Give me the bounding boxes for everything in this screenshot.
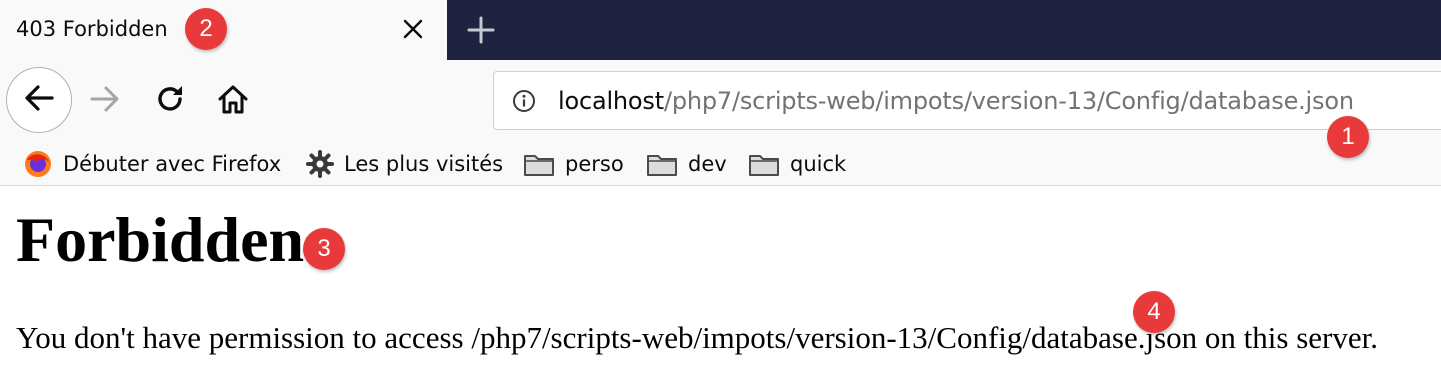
bookmark-folder-quick[interactable]: quick (748, 148, 846, 180)
url-host: localhost (558, 87, 664, 115)
annotation-marker-2: 2 (185, 8, 227, 50)
reload-icon (153, 82, 187, 120)
back-button[interactable] (6, 67, 72, 133)
forward-button[interactable] (84, 80, 126, 122)
arrow-left-icon (22, 81, 56, 119)
close-icon[interactable] (396, 12, 430, 46)
bookmark-label: quick (790, 152, 847, 176)
bookmark-label: Débuter avec Firefox (63, 152, 282, 176)
firefox-icon (23, 149, 53, 179)
bookmark-folder-perso[interactable]: perso (523, 148, 624, 180)
annotation-marker-1: 1 (1327, 116, 1369, 158)
gear-icon (306, 150, 334, 178)
url-bar[interactable]: localhost/php7/scripts-web/impots/versio… (493, 71, 1441, 130)
arrow-right-icon (88, 82, 122, 120)
bookmark-label: Les plus visités (344, 152, 504, 176)
nav-toolbar: localhost/php7/scripts-web/impots/versio… (0, 60, 1441, 142)
annotation-marker-3: 3 (303, 228, 345, 270)
bookmark-label: dev (688, 152, 727, 176)
page-content: Forbidden You don't have permission to a… (0, 187, 1441, 386)
home-button[interactable] (212, 80, 254, 122)
folder-icon (523, 150, 555, 178)
tab-title: 403 Forbidden (16, 17, 168, 41)
url-text[interactable]: localhost/php7/scripts-web/impots/versio… (558, 87, 1354, 115)
bookmark-debuter-avec-firefox[interactable]: Débuter avec Firefox (23, 148, 281, 180)
bookmark-les-plus-visites[interactable]: Les plus visités (306, 148, 503, 180)
annotation-marker-4: 4 (1133, 291, 1175, 333)
info-icon[interactable] (512, 89, 536, 113)
bookmarks-bar: Débuter avec Firefox Les plus visités pe… (0, 142, 1441, 186)
bookmark-folder-dev[interactable]: dev (646, 148, 727, 180)
folder-icon (748, 150, 780, 178)
url-path: /php7/scripts-web/impots/version-13/Conf… (663, 87, 1354, 115)
home-icon (216, 82, 250, 120)
bookmark-label: perso (565, 152, 624, 176)
reload-button[interactable] (149, 80, 191, 122)
page-title: Forbidden (16, 204, 305, 275)
error-message: You don't have permission to access /php… (16, 320, 1378, 355)
plus-icon[interactable] (461, 10, 501, 50)
folder-icon (646, 150, 678, 178)
